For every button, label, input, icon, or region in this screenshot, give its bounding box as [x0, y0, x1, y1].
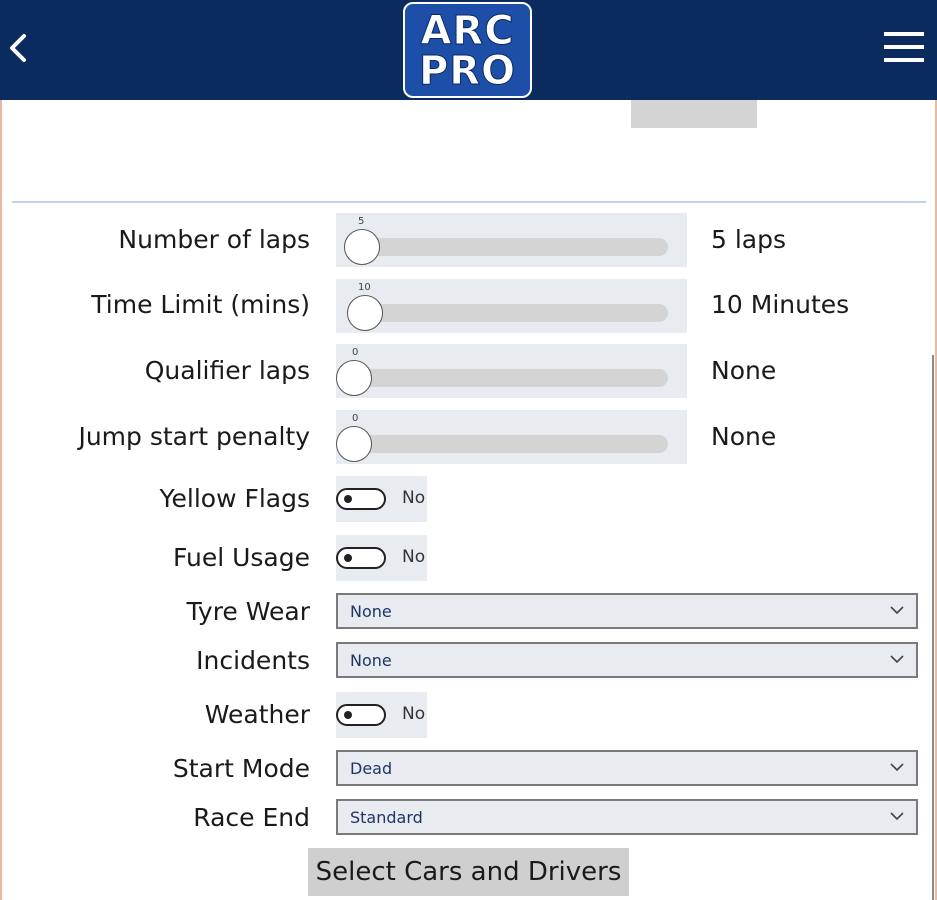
qualifier-laps-slider-tick: 0 [352, 347, 359, 358]
start-mode-value: Dead [350, 759, 393, 778]
weather-label: Weather [204, 700, 310, 729]
jump-start-slider-thumb[interactable] [336, 426, 372, 462]
jump-start-slider-tick: 0 [352, 413, 359, 424]
laps-value: 5 laps [711, 225, 787, 254]
start-mode-select[interactable]: Dead [336, 750, 918, 786]
chevron-down-icon [890, 655, 904, 664]
app-header: ARC PRO [0, 0, 937, 100]
laps-slider[interactable]: 5 [336, 213, 687, 267]
yellow-flags-label: Yellow Flags [159, 484, 310, 513]
qualifier-laps-slider-thumb[interactable] [336, 360, 372, 396]
scrollbar[interactable] [932, 355, 934, 900]
fuel-usage-switch[interactable] [336, 547, 386, 569]
yellow-flags-toggle[interactable]: No [336, 476, 427, 522]
chevron-down-icon [890, 606, 904, 615]
time-limit-slider-thumb[interactable] [347, 295, 383, 331]
switch-knob [344, 554, 352, 562]
qualifier-laps-value: None [711, 356, 777, 385]
scrolled-off-button[interactable] [631, 100, 757, 128]
yellow-flags-state: No [402, 488, 426, 508]
race-end-select[interactable]: Standard [336, 799, 918, 835]
tyre-wear-select[interactable]: None [336, 593, 918, 629]
time-limit-value: 10 Minutes [711, 290, 850, 319]
arc-pro-logo: ARC PRO [403, 2, 532, 98]
start-mode-label: Start Mode [172, 754, 310, 783]
race-end-value: Standard [350, 808, 423, 827]
jump-start-slider[interactable]: 0 [336, 410, 687, 464]
time-limit-label: Time Limit (mins) [91, 290, 310, 319]
back-button[interactable] [4, 28, 34, 68]
weather-switch[interactable] [336, 704, 386, 726]
section-divider [12, 201, 926, 203]
incidents-select[interactable]: None [336, 642, 918, 678]
chevron-down-icon [890, 763, 904, 772]
fuel-usage-label: Fuel Usage [172, 543, 310, 572]
hamburger-menu-icon [884, 32, 924, 62]
fuel-usage-state: No [402, 547, 426, 567]
incidents-label: Incidents [196, 646, 310, 675]
race-end-label: Race End [193, 803, 310, 832]
laps-label: Number of laps [118, 225, 310, 254]
incidents-value: None [350, 651, 392, 670]
switch-knob [344, 495, 352, 503]
qualifier-laps-slider-track[interactable] [360, 369, 668, 387]
laps-slider-tick: 5 [358, 216, 365, 227]
jump-start-label: Jump start penalty [78, 422, 310, 451]
time-limit-slider[interactable]: 10 [336, 279, 687, 333]
weather-state: No [402, 704, 426, 724]
menu-button[interactable] [880, 28, 928, 66]
tyre-wear-value: None [350, 602, 392, 621]
logo-line-2: PRO [418, 48, 517, 94]
qualifier-laps-label: Qualifier laps [144, 356, 310, 385]
time-limit-slider-tick: 10 [358, 282, 371, 293]
select-cars-and-drivers-button[interactable]: Select Cars and Drivers [308, 848, 629, 896]
time-limit-slider-track[interactable] [360, 304, 668, 322]
chevron-down-icon [890, 812, 904, 821]
qualifier-laps-slider[interactable]: 0 [336, 344, 687, 398]
weather-toggle[interactable]: No [336, 692, 427, 738]
jump-start-slider-track[interactable] [360, 435, 668, 453]
tyre-wear-label: Tyre Wear [186, 597, 310, 626]
yellow-flags-switch[interactable] [336, 488, 386, 510]
jump-start-value: None [711, 422, 777, 451]
switch-knob [344, 711, 352, 719]
laps-slider-thumb[interactable] [344, 229, 380, 265]
fuel-usage-toggle[interactable]: No [336, 535, 427, 581]
chevron-left-icon [10, 34, 26, 62]
frame-border-left [0, 100, 2, 900]
laps-slider-track[interactable] [360, 238, 668, 256]
